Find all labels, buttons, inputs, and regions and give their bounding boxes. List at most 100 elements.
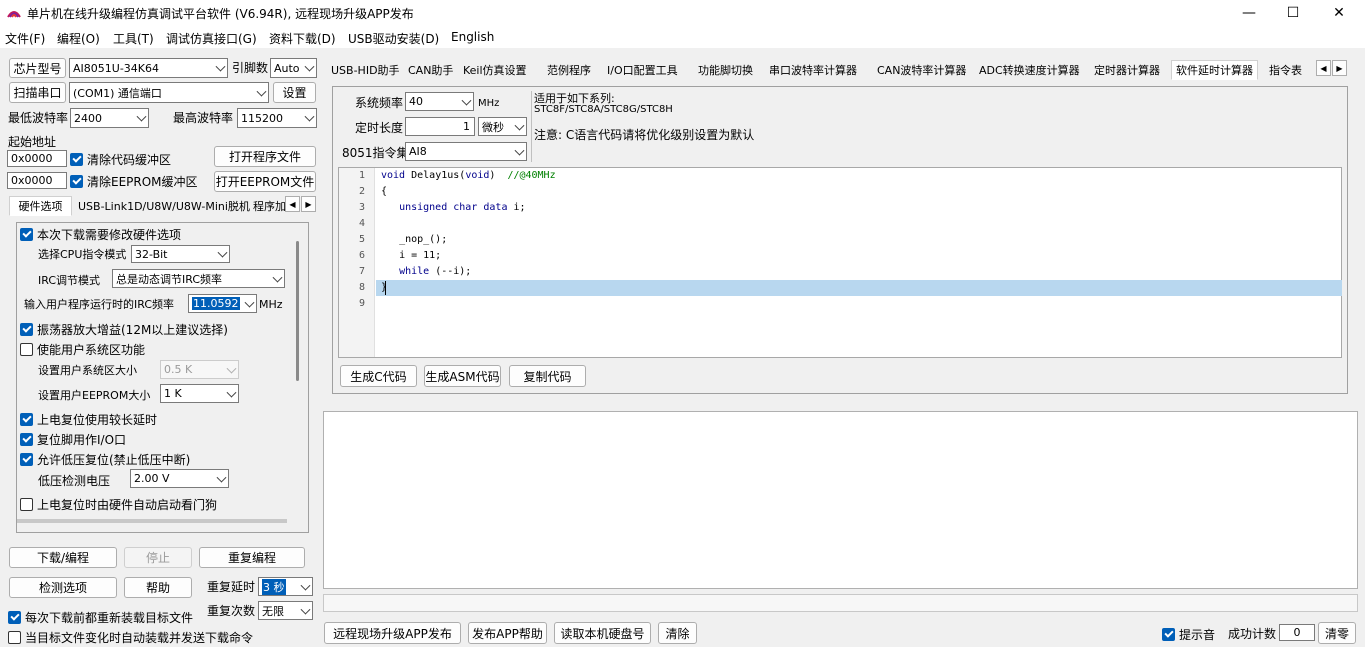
cpu-mode-label: 选择CPU指令模式 xyxy=(38,248,127,261)
tab-scroll-left-icon[interactable]: ◀ xyxy=(285,196,300,212)
time-length-input[interactable]: 1 xyxy=(405,117,475,136)
tab-examples[interactable]: 范例程序 xyxy=(542,60,596,80)
repeat-delay-select[interactable]: 3 秒 xyxy=(258,577,313,596)
irc-freq-select[interactable]: 11.0592 xyxy=(188,294,257,313)
clear-eeprom-checkbox[interactable]: 清除EEPROM缓冲区 xyxy=(70,173,198,190)
tab-can-helper[interactable]: CAN助手 xyxy=(403,60,458,80)
reset-io-checkbox[interactable]: 复位脚用作I/O口 xyxy=(20,431,126,448)
checkbox-checked-icon xyxy=(20,323,33,336)
copy-code-button[interactable]: 复制代码 xyxy=(509,365,586,387)
output-log-area[interactable] xyxy=(323,411,1358,589)
download-program-button[interactable]: 下载/编程 xyxy=(9,547,117,568)
menu-program[interactable]: 编程(O) xyxy=(57,30,100,47)
isa-select[interactable]: AI8 xyxy=(405,142,527,161)
sys-size-select[interactable]: 0.5 K xyxy=(160,360,239,379)
right-tab-strip: USB-HID助手 CAN助手 Keil仿真设置 范例程序 I/O口配置工具 功… xyxy=(326,60,1356,80)
start-address-label: 起始地址 xyxy=(8,135,57,149)
open-program-file-button[interactable]: 打开程序文件 xyxy=(214,146,316,167)
app-logo-icon xyxy=(7,7,21,19)
repeat-count-select[interactable]: 无限 xyxy=(258,601,313,620)
generate-asm-button[interactable]: 生成ASM代码 xyxy=(424,365,501,387)
check-options-button[interactable]: 检测选项 xyxy=(9,577,117,598)
tab-uart-baud[interactable]: 串口波特率计算器 xyxy=(764,60,862,80)
menu-english[interactable]: English xyxy=(451,30,494,44)
reload-target-checkbox[interactable]: 每次下载前都重新装载目标文件 xyxy=(8,609,193,626)
tab-hardware-options[interactable]: 硬件选项 xyxy=(9,196,72,216)
osc-gain-checkbox[interactable]: 振荡器放大增益(12M以上建议选择) xyxy=(20,321,228,338)
help-button[interactable]: 帮助 xyxy=(124,577,192,598)
eeprom-size-select[interactable]: 1 K xyxy=(160,384,239,403)
success-count-label: 成功计数 xyxy=(1228,627,1277,641)
lvr-checkbox[interactable]: 允许低压复位(禁止低压中断) xyxy=(20,451,190,468)
remote-upgrade-button[interactable]: 远程现场升级APP发布 xyxy=(324,622,461,644)
max-baud-select[interactable]: 115200 xyxy=(237,108,317,128)
modify-hw-checkbox[interactable]: 本次下载需要修改硬件选项 xyxy=(20,226,181,243)
tab-timer-calc[interactable]: 定时器计算器 xyxy=(1089,60,1165,80)
scan-port-button[interactable]: 扫描串口 xyxy=(9,82,66,103)
menu-download[interactable]: 资料下载(D) xyxy=(269,30,336,47)
settings-button[interactable]: 设置 xyxy=(273,82,316,103)
code-editor[interactable]: 1 void Delay1us(void) //@40MHz 2 {3 unsigne… xyxy=(338,167,1342,358)
chevron-down-icon xyxy=(226,363,237,374)
stop-button[interactable]: 停止 xyxy=(124,547,192,568)
menu-tools[interactable]: 工具(T) xyxy=(113,30,154,47)
cpu-mode-select[interactable]: 32-Bit xyxy=(131,245,230,263)
chevron-down-icon xyxy=(304,111,315,122)
tab-adc-speed[interactable]: ADC转换速度计算器 xyxy=(974,60,1085,80)
port-select[interactable]: (COM1) 通信端口 xyxy=(69,82,269,103)
publish-help-button[interactable]: 发布APP帮助 xyxy=(468,622,547,644)
close-button[interactable]: ✕ xyxy=(1316,0,1362,26)
open-eeprom-file-button[interactable]: 打开EEPROM文件 xyxy=(214,171,316,192)
auto-send-checkbox[interactable]: 当目标文件变化时自动装载并发送下载命令 xyxy=(8,629,253,646)
minimize-button[interactable]: — xyxy=(1226,0,1272,26)
tab-pin-switch[interactable]: 功能脚切换 xyxy=(693,60,758,80)
tab-usb-hid[interactable]: USB-HID助手 xyxy=(326,60,405,80)
clear-code-checkbox[interactable]: 清除代码缓冲区 xyxy=(70,151,171,168)
chevron-down-icon xyxy=(217,247,228,258)
irc-mode-select[interactable]: 总是动态调节IRC频率 xyxy=(112,269,285,288)
time-unit-select[interactable]: 微秒 xyxy=(478,117,527,136)
port-value: (COM1) 通信端口 xyxy=(73,86,162,100)
beep-checkbox[interactable]: 提示音 xyxy=(1162,626,1215,643)
tab-scroll-right-icon[interactable]: ▶ xyxy=(1332,60,1347,76)
chevron-down-icon xyxy=(256,86,267,97)
reprogram-button[interactable]: 重复编程 xyxy=(199,547,305,568)
time-length-label: 定时长度 xyxy=(355,121,404,135)
reset-count-button[interactable]: 清零 xyxy=(1318,622,1356,644)
vertical-scrollbar[interactable] xyxy=(296,241,299,381)
read-disk-id-button[interactable]: 读取本机硬盘号 xyxy=(554,622,651,644)
time-unit-value: 微秒 xyxy=(482,120,504,134)
tab-can-baud[interactable]: CAN波特率计算器 xyxy=(872,60,971,80)
code-address-input[interactable]: 0x0000 xyxy=(7,150,67,167)
menu-file[interactable]: 文件(F) xyxy=(5,30,45,47)
menu-usb-driver[interactable]: USB驱动安装(D) xyxy=(348,30,439,47)
min-baud-select[interactable]: 2400 xyxy=(70,108,149,128)
tab-scroll-left-icon[interactable]: ◀ xyxy=(1316,60,1331,76)
long-delay-checkbox[interactable]: 上电复位使用较长延时 xyxy=(20,411,157,428)
maximize-button[interactable]: ☐ xyxy=(1270,0,1316,26)
tab-usb-link[interactable]: USB-Link1D/U8W/U8W-Mini脱机 xyxy=(73,196,250,216)
chip-type-select[interactable]: AI8051U-34K64 xyxy=(69,58,228,78)
left-tab-strip: 硬件选项 USB-Link1D/U8W/U8W-Mini脱机 程序加 ◀ ▶ xyxy=(9,196,319,216)
clear-eeprom-label: 清除EEPROM缓冲区 xyxy=(87,175,198,189)
tab-program-encrypt[interactable]: 程序加 xyxy=(248,196,288,216)
chip-type-button[interactable]: 芯片型号 xyxy=(9,58,66,78)
wdt-checkbox[interactable]: 上电复位时由硬件自动启动看门狗 xyxy=(20,496,217,513)
clear-log-button[interactable]: 清除 xyxy=(658,622,697,644)
checkbox-unchecked-icon xyxy=(20,343,33,356)
menu-debug[interactable]: 调试仿真接口(G) xyxy=(166,30,257,47)
tab-delay-calc[interactable]: 软件延时计算器 xyxy=(1171,60,1258,80)
pins-select[interactable]: Auto xyxy=(270,58,317,78)
tab-io-config[interactable]: I/O口配置工具 xyxy=(602,60,683,80)
eeprom-address-input[interactable]: 0x0000 xyxy=(7,172,67,189)
eeprom-size-label: 设置用户EEPROM大小 xyxy=(38,389,151,402)
sys-freq-select[interactable]: 40 xyxy=(405,92,474,111)
sys-size-label: 设置用户系统区大小 xyxy=(38,364,137,377)
tab-instruction-table[interactable]: 指令表 xyxy=(1264,60,1314,80)
horizontal-scrollbar[interactable] xyxy=(17,519,287,523)
lvd-select[interactable]: 2.00 V xyxy=(130,469,229,488)
sys-area-checkbox[interactable]: 使能用户系统区功能 xyxy=(20,341,145,358)
tab-keil-debug[interactable]: Keil仿真设置 xyxy=(458,60,532,80)
tab-scroll-right-icon[interactable]: ▶ xyxy=(301,196,316,212)
generate-c-button[interactable]: 生成C代码 xyxy=(340,365,417,387)
